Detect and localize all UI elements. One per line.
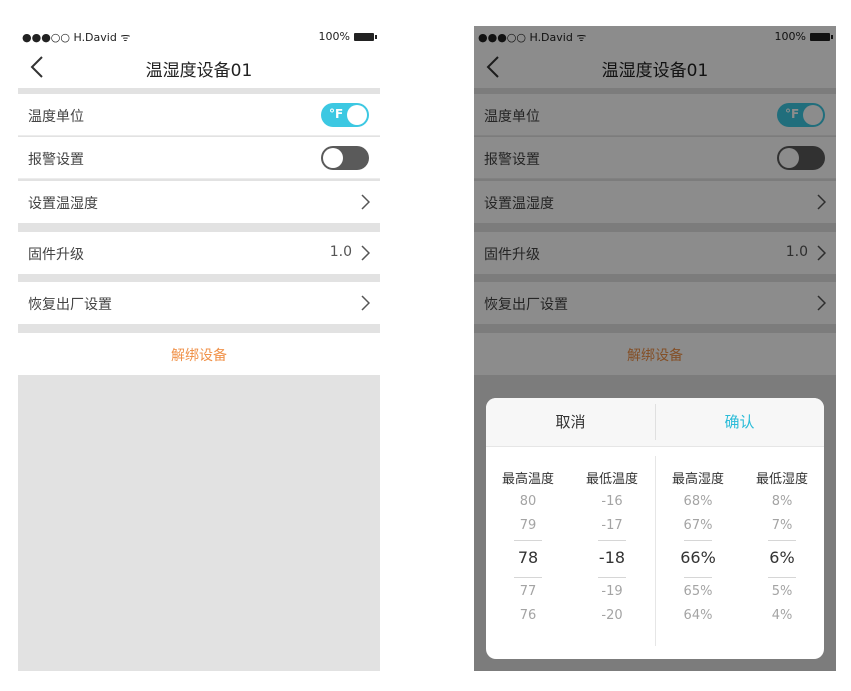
temp-unit-toggle[interactable]: °F bbox=[321, 103, 369, 127]
picker-selection: 78 bbox=[486, 538, 570, 580]
picker-option[interactable]: -16 bbox=[570, 490, 654, 514]
alarm-toggle[interactable] bbox=[321, 146, 369, 170]
divider bbox=[18, 135, 380, 136]
battery-percent: 100% bbox=[318, 30, 350, 43]
column-header: 最低温度 bbox=[585, 472, 638, 487]
column-header: 最低湿度 bbox=[755, 472, 808, 487]
divider bbox=[18, 178, 380, 179]
column-header: 最高温度 bbox=[501, 472, 554, 487]
selection-line bbox=[684, 577, 712, 578]
picker-header: 取消 确认 bbox=[486, 398, 824, 447]
unbind-label: 解绑设备 bbox=[171, 348, 227, 364]
toggle-knob bbox=[347, 105, 367, 125]
picker-option[interactable]: 68% bbox=[656, 490, 740, 514]
nav-bar: 温湿度设备01 bbox=[18, 46, 380, 88]
picker-option[interactable]: 5% bbox=[740, 580, 824, 604]
picker-column-min-temp[interactable]: 最低温度 -16 -17 -18 -19 -20 bbox=[570, 468, 654, 628]
alarm-label: 报警设置 bbox=[28, 152, 84, 168]
page-title: 温湿度设备01 bbox=[145, 61, 253, 81]
carrier-signal: ●●●○○ H.David ᯤ bbox=[22, 31, 131, 44]
picker-column-max-temp[interactable]: 最高温度 80 79 78 77 76 bbox=[486, 468, 570, 628]
selection-line bbox=[514, 577, 542, 578]
set-temp-hum-label: 设置温湿度 bbox=[28, 196, 98, 212]
picker-option[interactable]: -19 bbox=[570, 580, 654, 604]
selection-line bbox=[768, 577, 796, 578]
picker-selection: 66% bbox=[656, 538, 740, 580]
picker-column-max-humidity[interactable]: 最高湿度 68% 67% 66% 65% 64% bbox=[656, 468, 740, 628]
selection-line bbox=[768, 540, 796, 541]
temp-humidity-picker-sheet: 取消 确认 最高温度 80 79 78 77 76 最低温度 -16 -17 -… bbox=[486, 398, 824, 659]
back-chevron-icon[interactable] bbox=[26, 54, 50, 80]
battery-icon bbox=[354, 33, 377, 41]
picker-option[interactable]: 65% bbox=[656, 580, 740, 604]
column-header: 最高湿度 bbox=[671, 472, 724, 487]
picker-option[interactable]: 67% bbox=[656, 514, 740, 538]
picker-option[interactable]: 80 bbox=[486, 490, 570, 514]
selection-line bbox=[514, 540, 542, 541]
temp-unit-label: 温度单位 bbox=[28, 109, 84, 125]
picker-option[interactable]: 7% bbox=[740, 514, 824, 538]
picker-selected-value[interactable]: 66% bbox=[656, 548, 740, 567]
picker-option[interactable]: 79 bbox=[486, 514, 570, 538]
picker-selection: 6% bbox=[740, 538, 824, 580]
factory-reset-row[interactable]: 恢复出厂设置 bbox=[18, 282, 380, 324]
confirm-button[interactable]: 确认 bbox=[655, 398, 824, 446]
picker-option[interactable]: 77 bbox=[486, 580, 570, 604]
picker-option[interactable]: 76 bbox=[486, 604, 570, 628]
phone-screen-settings: ●●●○○ H.David ᯤ 100% 温湿度设备01 温度单位 °F 报警设… bbox=[18, 26, 380, 671]
firmware-label: 固件升级 bbox=[28, 247, 84, 263]
firmware-row[interactable]: 固件升级 1.0 bbox=[18, 232, 380, 274]
picker-selection: -18 bbox=[570, 538, 654, 580]
chevron-right-icon bbox=[361, 194, 370, 210]
picker-selected-value[interactable]: -18 bbox=[570, 548, 654, 567]
toggle-knob bbox=[323, 148, 343, 168]
temp-unit-value: °F bbox=[329, 107, 344, 121]
picker-option[interactable]: 4% bbox=[740, 604, 824, 628]
status-bar: ●●●○○ H.David ᯤ 100% bbox=[18, 26, 380, 46]
picker-selected-value[interactable]: 6% bbox=[740, 548, 824, 567]
alarm-row: 报警设置 bbox=[18, 137, 380, 179]
set-temp-hum-row[interactable]: 设置温湿度 bbox=[18, 181, 380, 223]
selection-line bbox=[598, 577, 626, 578]
picker-column-min-humidity[interactable]: 最低湿度 8% 7% 6% 5% 4% bbox=[740, 468, 824, 628]
factory-reset-label: 恢复出厂设置 bbox=[28, 297, 112, 313]
picker-option[interactable]: 64% bbox=[656, 604, 740, 628]
picker-option[interactable]: 8% bbox=[740, 490, 824, 514]
cancel-button[interactable]: 取消 bbox=[486, 398, 655, 446]
phone-screen-picker: ●●●○○ H.David ᯤ 100% 温湿度设备01 温度单位 °F 报警设… bbox=[474, 26, 836, 671]
selection-line bbox=[684, 540, 712, 541]
temp-unit-row: 温度单位 °F bbox=[18, 94, 380, 136]
chevron-right-icon bbox=[361, 245, 370, 261]
battery-status: 100% bbox=[318, 30, 377, 43]
picker-selected-value[interactable]: 78 bbox=[486, 548, 570, 567]
selection-line bbox=[598, 540, 626, 541]
chevron-right-icon bbox=[361, 295, 370, 311]
unbind-button[interactable]: 解绑设备 bbox=[18, 333, 380, 375]
firmware-version: 1.0 bbox=[329, 244, 352, 260]
picker-option[interactable]: -20 bbox=[570, 604, 654, 628]
picker-option[interactable]: -17 bbox=[570, 514, 654, 538]
